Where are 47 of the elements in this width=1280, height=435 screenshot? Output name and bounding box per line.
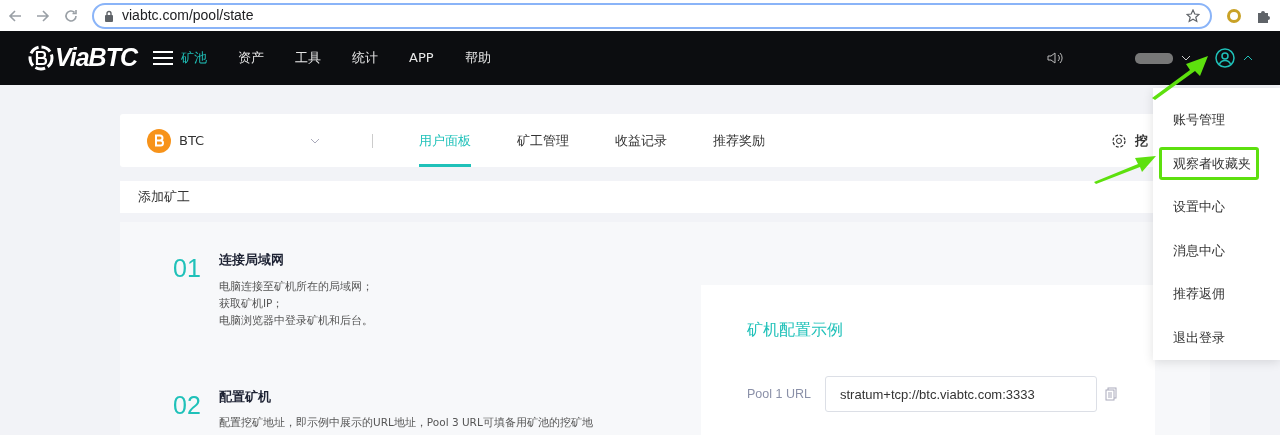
menu-item[interactable]: 消息中心 <box>1159 233 1259 267</box>
lock-icon <box>104 9 114 22</box>
bookmark-star-icon[interactable] <box>1186 8 1200 23</box>
coin-name: BTC <box>179 131 205 150</box>
menu-item[interactable]: 观察者收藏夹 <box>1159 146 1259 180</box>
bitcoin-icon <box>147 128 171 153</box>
config-title: 矿机配置示例 <box>747 319 844 341</box>
step-number: 02 <box>173 392 202 421</box>
step-title: 配置矿机 <box>219 387 272 406</box>
tab[interactable]: 推荐奖励 <box>713 114 765 167</box>
chevron-up-icon[interactable] <box>1243 55 1253 61</box>
menu-item[interactable]: 设置中心 <box>1159 190 1259 224</box>
menu-item[interactable]: 推荐返佣 <box>1159 277 1259 311</box>
user-icon[interactable] <box>1215 48 1235 68</box>
step-title: 连接局域网 <box>219 251 285 269</box>
forward-icon[interactable] <box>36 8 50 23</box>
step-description: 配置挖矿地址，即示例中展示的URL地址，Pool 3 URL可填备用矿池的挖矿地 <box>219 415 593 430</box>
logo-bitcoin-icon <box>27 44 55 72</box>
reload-icon[interactable] <box>64 8 78 23</box>
step-description: 电脑浏览器中登录矿机和后台。 <box>219 312 373 328</box>
field-label: Pool 1 URL <box>747 385 812 403</box>
redacted-username <box>1135 50 1173 66</box>
menu-icon[interactable] <box>153 50 173 66</box>
settings-link[interactable]: 挖 <box>1135 130 1148 151</box>
back-icon[interactable] <box>8 8 22 23</box>
nav-link[interactable]: 统计 <box>352 48 378 68</box>
speaker-icon[interactable] <box>1047 50 1063 66</box>
nav-link[interactable]: 帮助 <box>464 48 491 68</box>
settings-icon[interactable] <box>1111 132 1127 149</box>
logo-text[interactable]: ViaBTC <box>55 39 137 77</box>
tab[interactable]: 矿工管理 <box>517 114 569 167</box>
nav-link[interactable]: 工具 <box>295 48 321 68</box>
address-bar[interactable]: viabtc.com/pool/state <box>92 2 1212 29</box>
step-description: 电脑连接至矿机所在的局域网； <box>219 278 373 294</box>
url-field[interactable]: stratum+tcp://btc.viabtc.com:3333 <box>825 376 1097 412</box>
step-description: 获取矿机IP； <box>219 295 285 311</box>
menu-item[interactable]: 账号管理 <box>1159 103 1259 136</box>
tab[interactable]: 收益记录 <box>615 114 667 167</box>
menu-item[interactable]: 退出登录 <box>1159 320 1259 354</box>
step-number: 01 <box>173 256 202 284</box>
url-text: viabtc.com/pool/state <box>122 6 254 25</box>
nav-link[interactable]: APP <box>409 48 434 68</box>
annotation-arrow <box>1150 54 1210 100</box>
nav-link[interactable]: 矿池 <box>181 48 207 68</box>
add-miner-title: 添加矿工 <box>138 188 190 207</box>
nav-link[interactable]: 资产 <box>238 48 264 68</box>
chevron-down-icon[interactable] <box>1181 55 1191 61</box>
